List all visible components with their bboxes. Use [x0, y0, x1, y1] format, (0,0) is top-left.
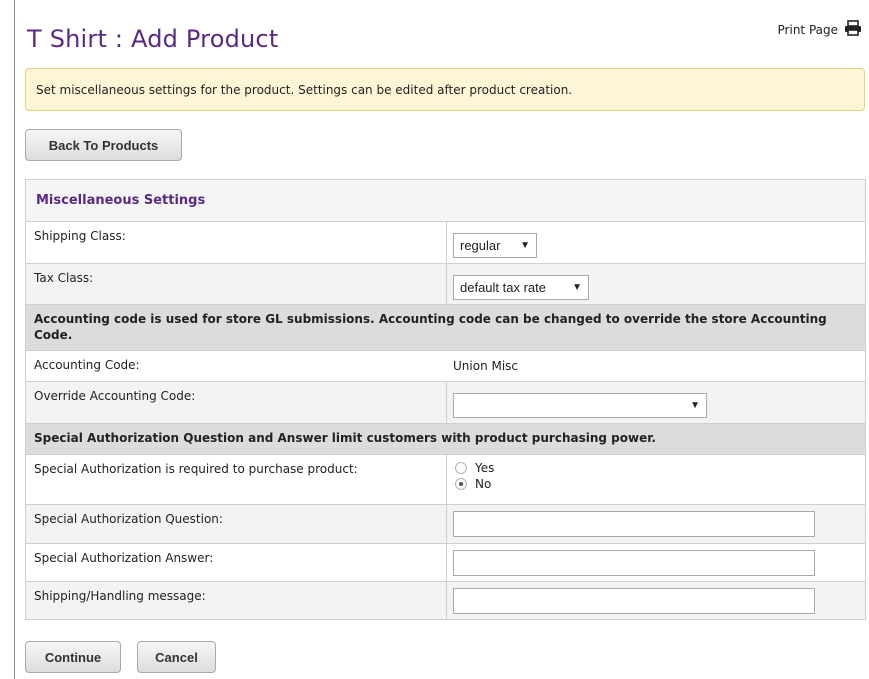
shipping-class-label: Shipping Class: — [34, 229, 126, 243]
yes-radio-label: Yes — [475, 461, 495, 475]
auth-answer-row: Special Authorization Answer: — [26, 543, 865, 581]
accounting-note: Accounting code is used for store GL sub… — [34, 312, 827, 342]
page-title: T Shirt : Add Product — [27, 25, 279, 53]
auth-note: Special Authorization Question and Answe… — [34, 431, 656, 445]
section-header: Miscellaneous Settings — [26, 180, 865, 221]
page-left-border — [14, 0, 15, 679]
auth-question-label: Special Authorization Question: — [34, 512, 223, 526]
shipping-class-row: Shipping Class: regular ▼ — [26, 221, 865, 263]
auth-answer-input[interactable] — [453, 549, 815, 576]
override-accounting-row: Override Accounting Code: ▼ — [26, 381, 865, 423]
tax-class-row: Tax Class: default tax rate ▼ — [26, 263, 865, 304]
back-to-products-button[interactable]: Back To Products — [25, 129, 182, 161]
misc-settings-table: Miscellaneous Settings Shipping Class: r… — [25, 179, 866, 620]
auth-required-label: Special Authorization is required to pur… — [34, 462, 358, 476]
override-accounting-select[interactable]: ▼ — [453, 393, 707, 418]
auth-option-no[interactable]: No — [455, 477, 494, 491]
info-notice: Set miscellaneous settings for the produ… — [25, 68, 865, 111]
accounting-code-label: Accounting Code: — [34, 358, 140, 372]
auth-required-radio-group: Yes No — [455, 455, 494, 491]
section-title: Miscellaneous Settings — [36, 193, 206, 208]
auth-required-row: Special Authorization is required to pur… — [26, 454, 865, 504]
shipping-class-select[interactable]: regular ▼ — [453, 233, 537, 258]
continue-button[interactable]: Continue — [25, 641, 121, 673]
shipping-message-row: Shipping/Handling message: — [26, 581, 865, 619]
auth-answer-label: Special Authorization Answer: — [34, 551, 214, 565]
print-page-label: Print Page — [777, 22, 838, 37]
auth-question-input[interactable] — [453, 511, 815, 537]
chevron-down-icon: ▼ — [520, 240, 530, 251]
notice-text: Set miscellaneous settings for the produ… — [36, 82, 573, 97]
override-accounting-label: Override Accounting Code: — [34, 389, 196, 403]
tax-class-select[interactable]: default tax rate ▼ — [453, 274, 589, 300]
chevron-down-icon: ▼ — [572, 281, 582, 293]
tax-class-selected: default tax rate — [460, 279, 546, 295]
accounting-code-value: Union Misc — [453, 359, 519, 373]
printer-icon[interactable] — [844, 20, 862, 39]
chevron-down-icon: ▼ — [690, 400, 700, 411]
auth-option-yes[interactable]: Yes — [455, 461, 494, 475]
auth-question-row: Special Authorization Question: — [26, 504, 865, 543]
no-radio[interactable] — [455, 478, 467, 490]
accounting-note-row: Accounting code is used for store GL sub… — [26, 304, 865, 350]
tax-class-label: Tax Class: — [34, 271, 94, 285]
cancel-button[interactable]: Cancel — [137, 641, 216, 673]
yes-radio[interactable] — [455, 462, 467, 474]
no-radio-label: No — [475, 477, 492, 491]
auth-note-row: Special Authorization Question and Answe… — [26, 423, 865, 454]
accounting-code-row: Accounting Code: Union Misc — [26, 350, 865, 381]
shipping-class-selected: regular — [460, 238, 501, 253]
shipping-message-input[interactable] — [453, 587, 815, 614]
print-page-link[interactable]: Print Page — [778, 20, 862, 39]
shipping-message-label: Shipping/Handling message: — [34, 589, 206, 603]
